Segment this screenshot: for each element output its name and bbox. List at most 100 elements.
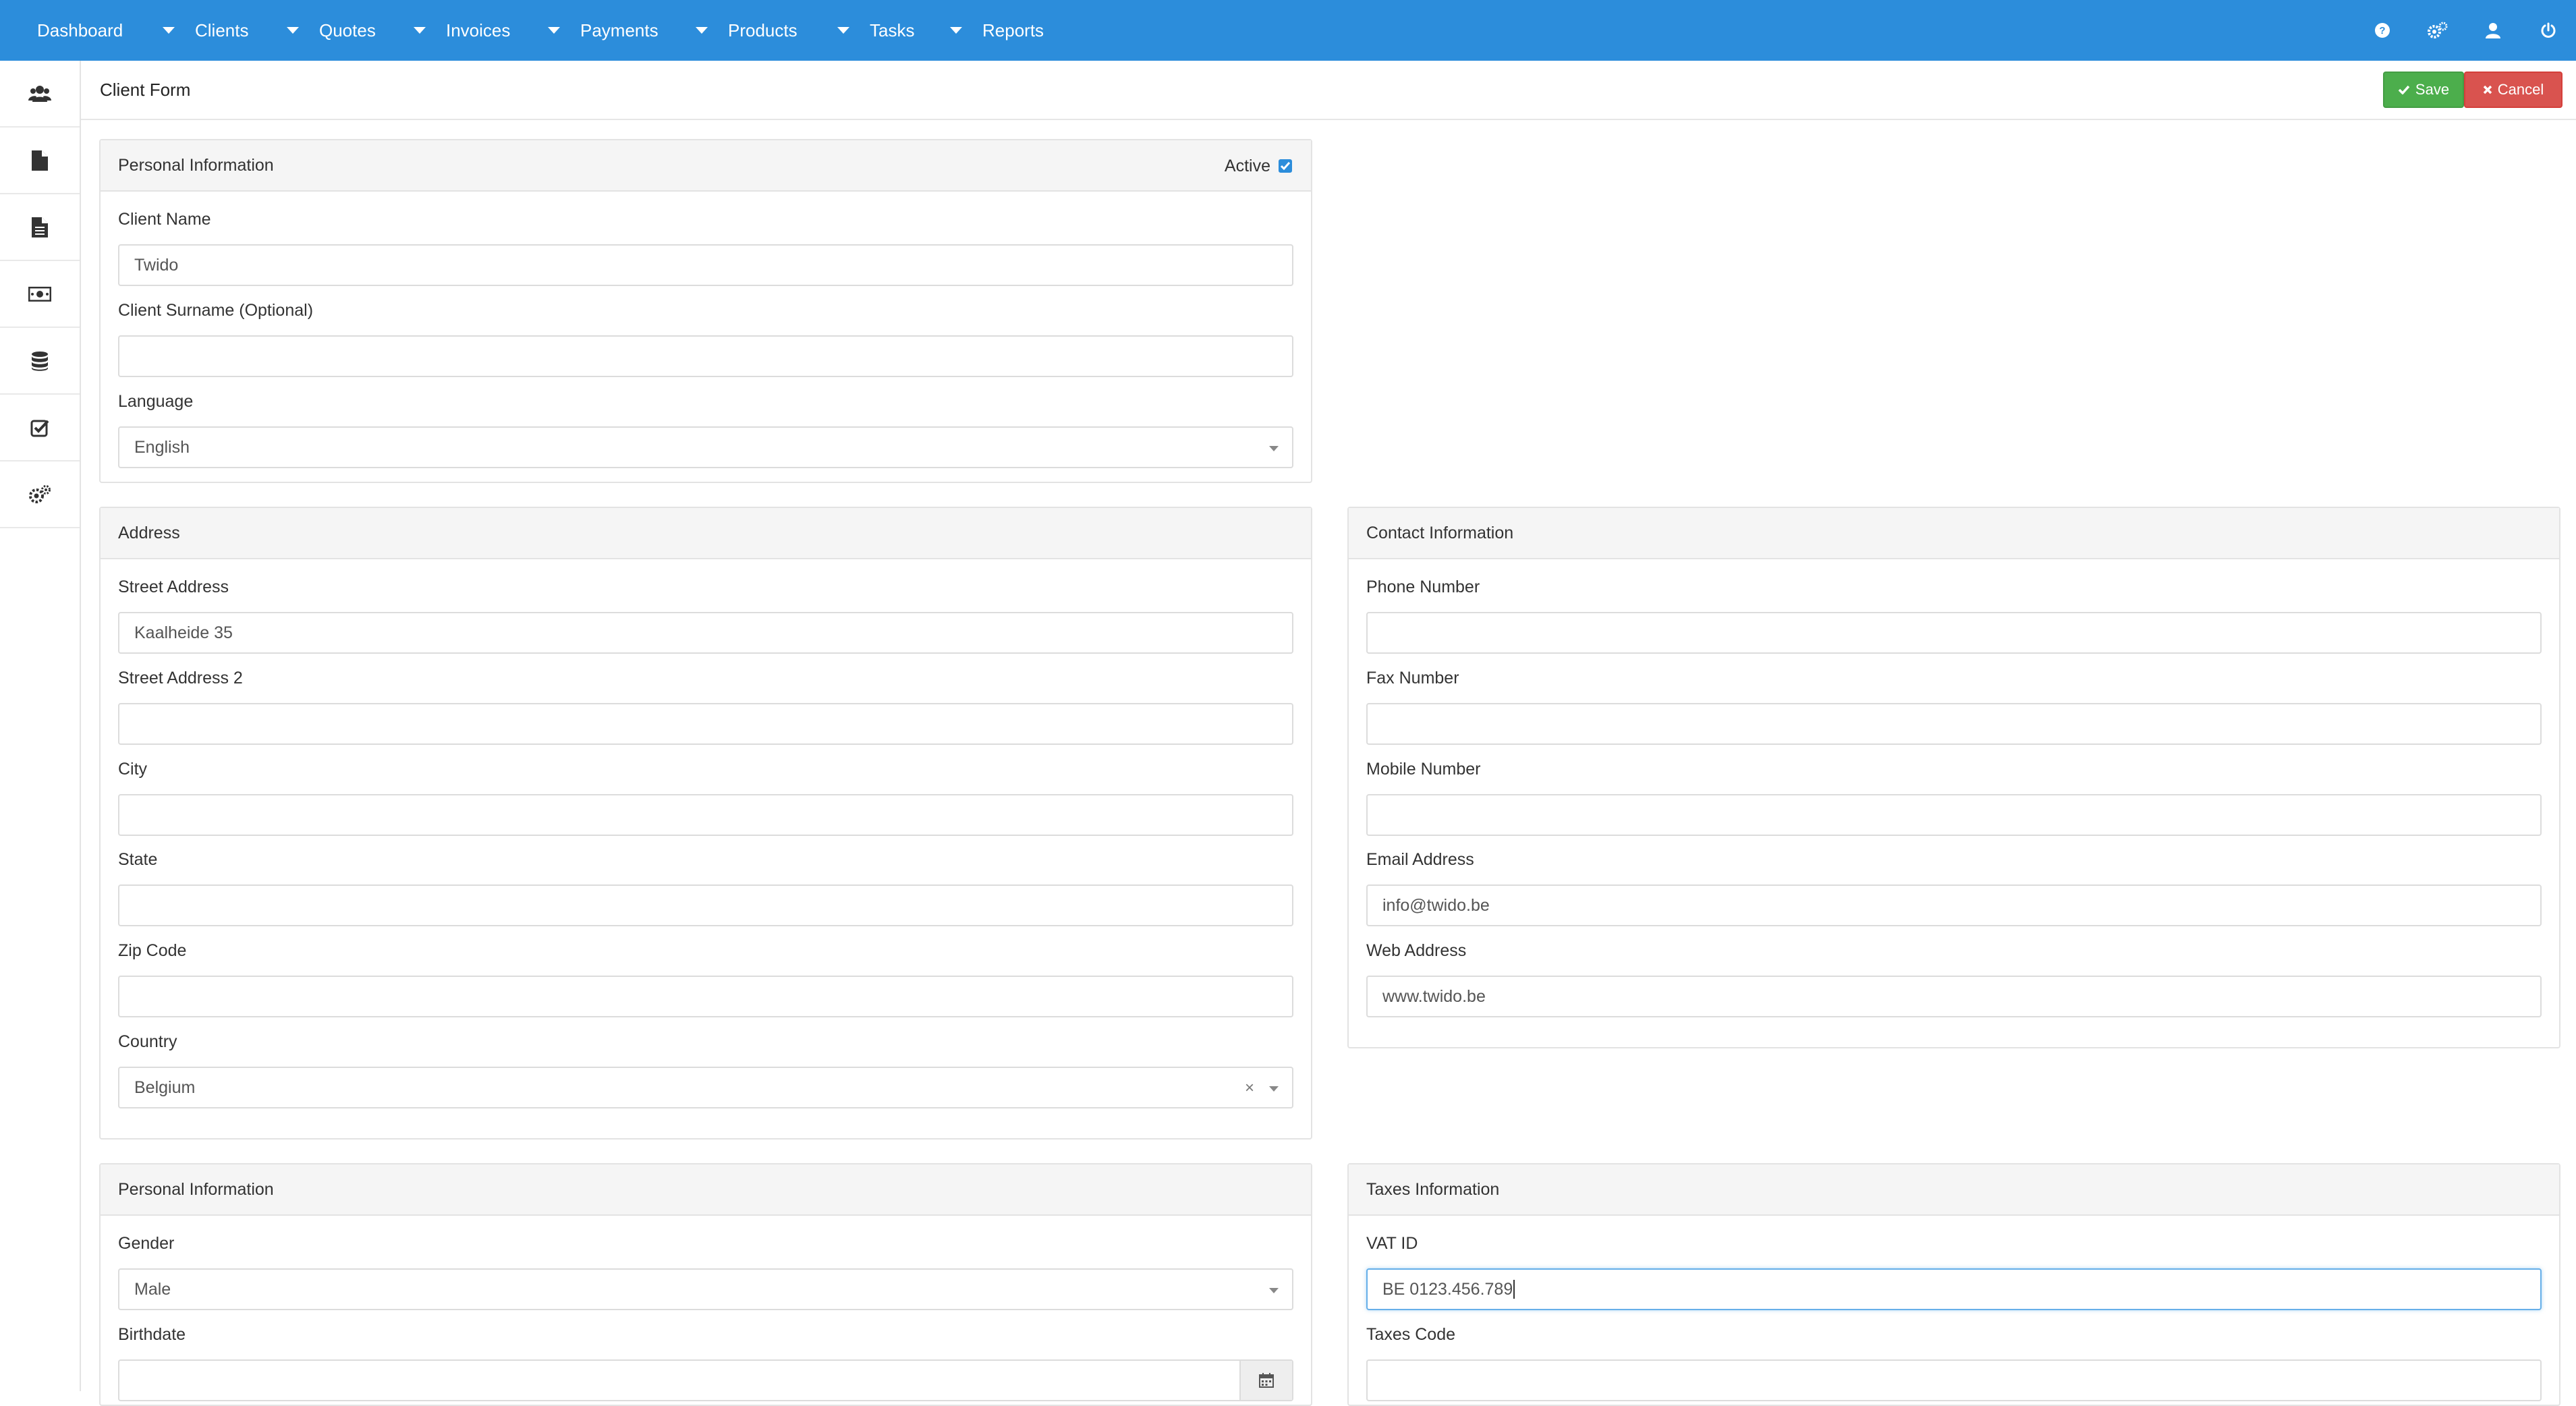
email-value: info@twido.be xyxy=(1382,895,1490,915)
nav-invoices-label: Invoices xyxy=(446,20,511,40)
nav-tasks[interactable]: Tasks xyxy=(837,0,914,61)
client-name-input[interactable]: Twido xyxy=(118,244,1293,286)
state-input[interactable] xyxy=(118,884,1293,926)
street-address-value: Kaalheide 35 xyxy=(134,623,233,642)
nav-clients-label: Clients xyxy=(195,20,249,40)
country-select[interactable]: Belgium × xyxy=(118,1067,1293,1108)
sidebar-item-quotes[interactable] xyxy=(0,128,80,194)
sidebar-item-settings[interactable] xyxy=(0,461,80,528)
sidebar-item-products[interactable] xyxy=(0,328,80,395)
cogs-icon[interactable] xyxy=(2410,0,2465,61)
nav-right-icons: ? xyxy=(2355,0,2576,61)
web-input[interactable]: www.twido.be xyxy=(1366,976,2542,1017)
nav-payments-label: Payments xyxy=(580,20,659,40)
street-address-2-label: Street Address 2 xyxy=(118,669,243,687)
nav-reports-label: Reports xyxy=(982,20,1044,40)
panel-heading: Taxes Information xyxy=(1349,1164,2559,1216)
street-address-input[interactable]: Kaalheide 35 xyxy=(118,612,1293,654)
fax-group: Fax Number xyxy=(1366,668,2542,745)
chevron-down-icon xyxy=(1269,1288,1279,1293)
sidebar xyxy=(0,61,81,1391)
address-panel: Address Street Address Kaalheide 35 Stre… xyxy=(99,507,1312,1140)
contact-info-panel: Contact Information Phone Number Fax Num… xyxy=(1347,507,2560,1048)
money-icon xyxy=(28,286,51,302)
power-off-icon[interactable] xyxy=(2521,0,2576,61)
nav-clients[interactable]: Clients xyxy=(163,0,248,61)
nav-invoices[interactable]: Invoices xyxy=(414,0,510,61)
email-label: Email Address xyxy=(1366,850,1474,869)
nav-quotes[interactable]: Quotes xyxy=(287,0,376,61)
country-group: Country Belgium × xyxy=(118,1032,1293,1108)
active-toggle[interactable]: Active xyxy=(1225,140,1292,192)
mobile-group: Mobile Number xyxy=(1366,759,2542,836)
user-icon[interactable] xyxy=(2465,0,2521,61)
save-button[interactable]: Save xyxy=(2383,72,2464,108)
nav-dashboard-label: Dashboard xyxy=(37,20,123,40)
save-button-label: Save xyxy=(2415,81,2450,98)
gender-select[interactable]: Male xyxy=(118,1268,1293,1310)
chevron-down-icon xyxy=(163,27,175,34)
fax-input[interactable] xyxy=(1366,703,2542,745)
email-group: Email Address info@twido.be xyxy=(1366,849,2542,926)
chevron-down-icon xyxy=(287,27,299,34)
close-icon xyxy=(2483,85,2492,94)
language-label: Language xyxy=(118,392,194,411)
phone-group: Phone Number xyxy=(1366,577,2542,654)
city-group: City xyxy=(118,759,1293,836)
chevron-down-icon xyxy=(548,27,560,34)
birthdate-group: Birthdate xyxy=(118,1324,1293,1401)
client-surname-group: Client Surname (Optional) xyxy=(118,300,1293,377)
language-select[interactable]: English xyxy=(118,426,1293,468)
calendar-button[interactable] xyxy=(1239,1361,1292,1400)
gender-value: Male xyxy=(134,1279,171,1299)
check-icon xyxy=(1281,162,1290,170)
web-value: www.twido.be xyxy=(1382,986,1486,1006)
vat-id-input[interactable]: BE 0123.456.789 xyxy=(1366,1268,2542,1310)
birthdate-input[interactable] xyxy=(118,1359,1293,1401)
chevron-down-icon xyxy=(950,27,962,34)
page-title: Client Form xyxy=(100,80,191,100)
panel-title: Address xyxy=(118,523,180,542)
taxes-code-label: Taxes Code xyxy=(1366,1325,1456,1344)
street-address-2-input[interactable] xyxy=(118,703,1293,745)
cancel-button[interactable]: Cancel xyxy=(2464,72,2563,108)
file-text-icon xyxy=(32,217,48,237)
mobile-input[interactable] xyxy=(1366,794,2542,836)
mobile-label: Mobile Number xyxy=(1366,760,1481,779)
sidebar-item-payments[interactable] xyxy=(0,261,80,328)
nav-tasks-label: Tasks xyxy=(870,20,915,40)
email-input[interactable]: info@twido.be xyxy=(1366,884,2542,926)
nav-reports[interactable]: Reports xyxy=(950,0,1044,61)
client-surname-input[interactable] xyxy=(118,335,1293,377)
panel-heading: Contact Information xyxy=(1349,508,2559,559)
active-label: Active xyxy=(1224,156,1270,175)
personal-info-panel: Personal Information Active Client Name … xyxy=(99,139,1312,483)
nav-products-label: Products xyxy=(728,20,797,40)
phone-label: Phone Number xyxy=(1366,578,1480,596)
chevron-down-icon xyxy=(1269,1086,1279,1092)
gender-label: Gender xyxy=(118,1234,175,1253)
chevron-down-icon xyxy=(696,27,708,34)
active-checkbox[interactable] xyxy=(1279,159,1292,173)
clear-icon[interactable]: × xyxy=(1245,1079,1254,1098)
svg-text:?: ? xyxy=(2379,25,2385,36)
state-group: State xyxy=(118,849,1293,926)
language-group: Language English xyxy=(118,391,1293,468)
client-name-group: Client Name Twido xyxy=(118,209,1293,286)
question-circle-icon[interactable]: ? xyxy=(2355,0,2410,61)
nav-payments[interactable]: Payments xyxy=(548,0,659,61)
street-address-group: Street Address Kaalheide 35 xyxy=(118,577,1293,654)
zip-code-input[interactable] xyxy=(118,976,1293,1017)
sidebar-item-invoices[interactable] xyxy=(0,194,80,261)
cogs-icon xyxy=(29,484,51,503)
sidebar-item-tasks[interactable] xyxy=(0,395,80,461)
sidebar-item-clients[interactable] xyxy=(0,61,80,128)
nav-products[interactable]: Products xyxy=(696,0,797,61)
phone-input[interactable] xyxy=(1366,612,2542,654)
nav-dashboard[interactable]: Dashboard xyxy=(37,0,123,61)
taxes-code-input[interactable] xyxy=(1366,1359,2542,1401)
chevron-down-icon xyxy=(414,27,426,34)
file-icon xyxy=(32,150,48,171)
panel-heading: Personal Information xyxy=(101,1164,1311,1216)
city-input[interactable] xyxy=(118,794,1293,836)
